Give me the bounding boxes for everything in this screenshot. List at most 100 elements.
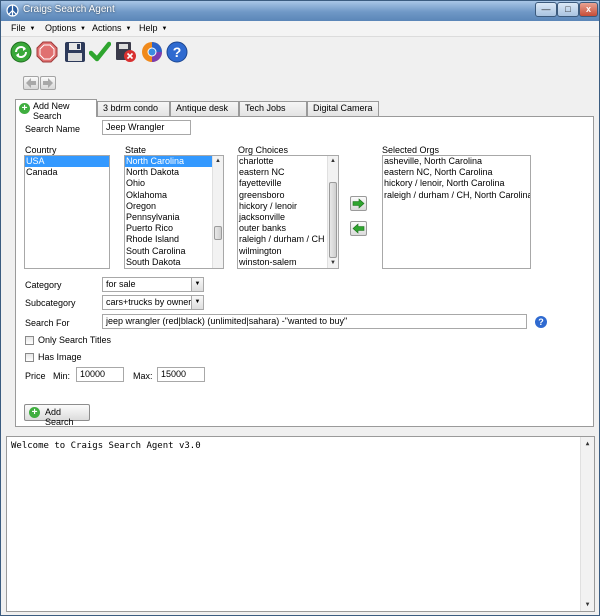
list-item[interactable]: hickory / lenoir, North Carolina	[383, 178, 530, 189]
list-item[interactable]: raleigh / durham / CH, North Carolina	[383, 190, 530, 201]
state-scrollbar[interactable]: ▲	[212, 156, 223, 268]
tab-label: Antique desk	[176, 103, 229, 113]
selected-orgs-listbox[interactable]: asheville, North Carolina eastern NC, No…	[382, 155, 531, 269]
refresh-icon[interactable]	[10, 41, 32, 63]
org-choices-label: Org Choices	[238, 145, 289, 155]
list-item[interactable]: Rhode Island	[125, 234, 213, 245]
list-item[interactable]: wilmington	[238, 246, 326, 257]
state-listbox[interactable]: North Carolina North Dakota Ohio Oklahom…	[124, 155, 224, 269]
country-listbox[interactable]: USA Canada	[24, 155, 110, 269]
only-search-titles-checkbox[interactable]	[25, 336, 34, 345]
save-icon[interactable]	[64, 41, 86, 63]
add-search-button[interactable]: + Add Search	[24, 404, 90, 427]
arrow-right-icon	[352, 198, 365, 209]
tab-antique-desk[interactable]: Antique desk	[170, 101, 239, 116]
log-text: Welcome to Craigs Search Agent v3.0	[11, 441, 201, 451]
log-output[interactable]: Welcome to Craigs Search Agent v3.0 ▲ ▼	[6, 436, 595, 612]
price-max-input[interactable]: 15000	[157, 367, 205, 382]
menu-file-label: File	[11, 23, 26, 33]
list-item[interactable]: Oklahoma	[125, 190, 213, 201]
list-item[interactable]: fayetteville	[238, 178, 326, 189]
search-for-input[interactable]: jeep wrangler (red|black) (unlimited|sah…	[102, 314, 527, 329]
category-select[interactable]: for sale ▼	[102, 277, 204, 292]
list-item[interactable]: Ohio	[125, 178, 213, 189]
scroll-up-icon[interactable]: ▲	[213, 156, 223, 166]
search-name-input[interactable]: Jeep Wrangler	[102, 120, 191, 135]
tab-add-new-search[interactable]: + Add New Search	[15, 99, 97, 121]
list-item[interactable]: Oregon	[125, 201, 213, 212]
org-choices-scrollbar[interactable]: ▲ ▼	[327, 156, 338, 268]
scroll-thumb[interactable]	[214, 226, 222, 240]
maximize-button[interactable]: □	[557, 2, 579, 17]
menu-help[interactable]: Help ▼	[139, 23, 167, 33]
list-item[interactable]: hickory / lenoir	[238, 201, 326, 212]
window-title: Craigs Search Agent	[23, 4, 115, 15]
list-item[interactable]: charlotte	[238, 156, 326, 167]
scroll-up-icon[interactable]: ▲	[581, 437, 594, 450]
scroll-down-icon[interactable]: ▼	[328, 258, 338, 268]
svg-text:?: ?	[173, 44, 182, 60]
list-item[interactable]: greensboro	[238, 190, 326, 201]
list-item[interactable]: North Dakota	[125, 167, 213, 178]
list-item[interactable]: South Dakota	[125, 257, 213, 268]
browser-icon[interactable]	[141, 41, 163, 63]
chevron-down-icon: ▼	[161, 26, 168, 32]
category-value: for sale	[106, 279, 136, 289]
list-item[interactable]: outer banks	[238, 223, 326, 234]
menu-file[interactable]: File ▼	[11, 23, 35, 33]
remove-org-button[interactable]	[350, 221, 367, 236]
app-window: Craigs Search Agent — □ x File ▼ Options ▼…	[0, 0, 600, 616]
log-scrollbar[interactable]: ▲ ▼	[580, 437, 594, 611]
list-item[interactable]: North Carolina	[125, 156, 213, 168]
menu-actions[interactable]: Actions ▼	[92, 23, 131, 33]
toolbar: ?	[1, 37, 599, 67]
scroll-up-icon[interactable]: ▲	[328, 156, 338, 166]
app-peace-icon	[6, 4, 19, 17]
chevron-down-icon[interactable]: ▼	[191, 296, 203, 309]
country-label: Country	[25, 145, 57, 155]
chevron-down-icon: ▼	[29, 26, 36, 32]
list-item[interactable]: asheville, North Carolina	[383, 156, 530, 167]
tab-tech-jobs[interactable]: Tech Jobs	[239, 101, 307, 116]
chevron-down-icon[interactable]: ▼	[191, 278, 203, 291]
title-bar[interactable]: Craigs Search Agent — □ x	[1, 1, 599, 21]
scroll-down-icon[interactable]: ▼	[581, 598, 594, 611]
only-search-titles-label: Only Search Titles	[38, 335, 112, 345]
search-for-label: Search For	[25, 318, 70, 328]
add-org-button[interactable]	[350, 196, 367, 211]
list-item[interactable]: USA	[25, 156, 109, 168]
list-item[interactable]: Puerto Rico	[125, 223, 213, 234]
stop-icon[interactable]	[36, 41, 58, 63]
list-item[interactable]: eastern NC	[238, 167, 326, 178]
list-item[interactable]: raleigh / durham / CH	[238, 234, 326, 245]
menu-options[interactable]: Options ▼	[45, 23, 86, 33]
checkmark-icon[interactable]	[89, 41, 111, 63]
help-icon[interactable]: ?	[166, 41, 188, 63]
forward-button[interactable]	[40, 76, 56, 90]
subcategory-select[interactable]: cars+trucks by owner ▼	[102, 295, 204, 310]
scroll-thumb[interactable]	[329, 182, 337, 258]
plus-icon: +	[29, 407, 40, 418]
tab-3-bdrm-condo[interactable]: 3 bdrm condo	[97, 101, 170, 116]
close-button[interactable]: x	[579, 2, 598, 17]
delete-icon[interactable]	[115, 41, 137, 63]
menu-help-label: Help	[139, 23, 158, 33]
list-item[interactable]: jacksonville	[238, 212, 326, 223]
tab-label: Digital Camera	[313, 103, 373, 113]
subcategory-label: Subcategory	[25, 298, 76, 308]
back-button[interactable]	[23, 76, 39, 90]
list-item[interactable]: Pennsylvania	[125, 212, 213, 223]
arrow-left-icon	[26, 78, 36, 88]
list-item[interactable]: Canada	[25, 167, 109, 178]
has-image-label: Has Image	[38, 352, 82, 362]
list-item[interactable]: winston-salem	[238, 257, 326, 268]
has-image-checkbox[interactable]	[25, 353, 34, 362]
list-item[interactable]: eastern NC, North Carolina	[383, 167, 530, 178]
minimize-button[interactable]: —	[535, 2, 557, 17]
price-min-input[interactable]: 10000	[76, 367, 124, 382]
arrow-right-icon	[43, 78, 53, 88]
tab-digital-camera[interactable]: Digital Camera	[307, 101, 379, 116]
help-icon[interactable]: ?	[535, 316, 547, 328]
list-item[interactable]: South Carolina	[125, 246, 213, 257]
org-choices-listbox[interactable]: charlotte eastern NC fayetteville greens…	[237, 155, 339, 269]
